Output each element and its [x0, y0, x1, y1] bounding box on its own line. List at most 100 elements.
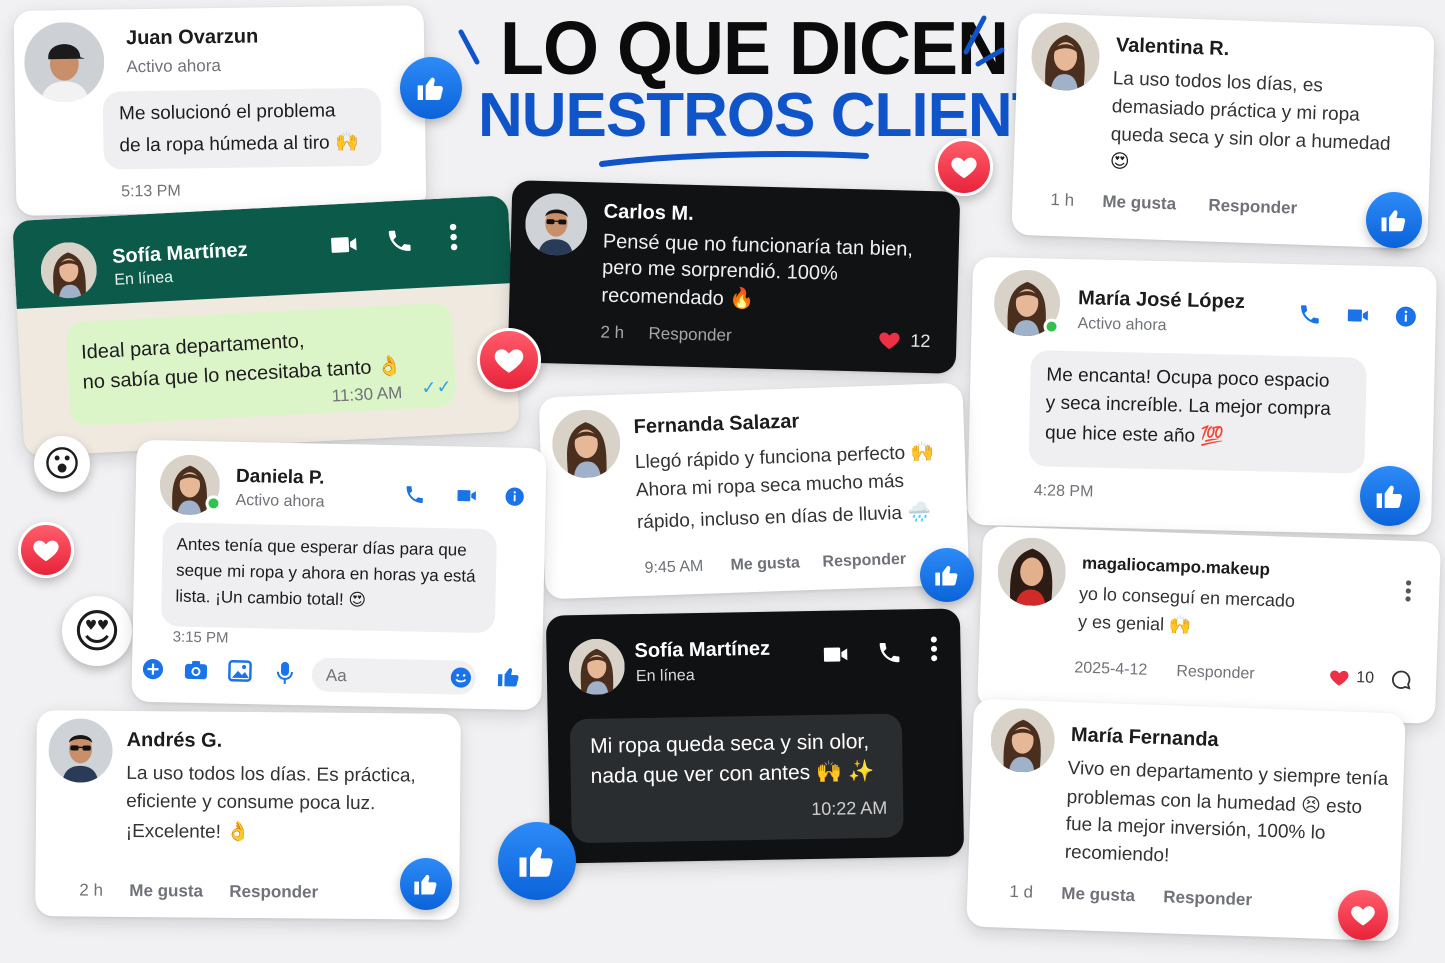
camera-icon[interactable]	[184, 659, 208, 681]
comment-line: Llegó rápido y funciona perfecto 🙌	[634, 441, 935, 474]
heart-reaction	[1338, 890, 1388, 940]
phone-icon[interactable]	[385, 226, 414, 255]
comment-line: Vivo en departamento y siempre tenía	[1067, 757, 1389, 791]
read-receipt-icon: ✓✓	[420, 376, 453, 398]
image-icon[interactable]	[228, 660, 252, 682]
reply-link[interactable]: Responder	[822, 551, 906, 572]
timestamp: 2 h	[600, 322, 625, 343]
surprised-emoji-reaction: 😮	[34, 436, 90, 492]
contact-name: María José López	[1077, 287, 1246, 313]
info-icon[interactable]	[1394, 304, 1419, 329]
username: magaliocampo.makeup	[1081, 553, 1271, 580]
avatar	[551, 409, 621, 479]
comment-line: y es genial 🙌	[1077, 611, 1192, 636]
comment-line: rápido, incluso en días de lluvia 🌧️	[636, 501, 932, 534]
more-options-icon[interactable]	[1405, 579, 1412, 603]
reviewer-name: María Fernanda	[1070, 723, 1220, 752]
review-card-juan: Juan Ovarzun Activo ahora Me solucionó e…	[13, 5, 427, 216]
more-options-icon[interactable]	[449, 222, 459, 252]
timestamp: 11:30 AM	[331, 382, 403, 406]
avatar	[1030, 21, 1100, 91]
reply-link[interactable]: Responder	[1176, 663, 1255, 684]
emoji-icon[interactable]	[450, 666, 472, 688]
comment-line: problemas con la humedad 😣 esto	[1066, 786, 1363, 819]
comment-line: ¡Excelente! 👌	[125, 820, 250, 844]
avatar	[997, 537, 1067, 607]
send-like-icon[interactable]	[496, 663, 523, 690]
timestamp: 9:45 AM	[644, 557, 704, 577]
comment-line: eficiente y consume poca luz.	[126, 790, 376, 815]
like-reaction	[1360, 466, 1420, 526]
like-reaction	[498, 822, 576, 900]
date: 2025-4-12	[1074, 659, 1148, 679]
headline-accent-left	[458, 29, 480, 65]
heart-reaction	[18, 522, 74, 578]
avatar	[990, 707, 1056, 773]
heart-icon[interactable]	[1328, 666, 1351, 687]
like-reaction	[400, 57, 462, 119]
message-line: lista. ¡Un cambio total! 😍	[175, 586, 367, 610]
microphone-icon[interactable]	[276, 661, 294, 685]
presence-status: Activo ahora	[235, 491, 325, 511]
presence-status: En línea	[635, 667, 695, 686]
reply-link[interactable]: Responder	[1163, 887, 1252, 910]
comment-line: La uso todos los días. Es práctica,	[126, 762, 416, 787]
online-indicator	[1043, 318, 1060, 335]
like-reaction	[920, 548, 974, 602]
phone-icon[interactable]	[876, 639, 902, 665]
whatsapp-card-sofia: Sofía Martínez En línea Ideal para depar…	[12, 195, 520, 457]
message-line: que hice este año 💯	[1044, 422, 1225, 448]
whatsapp-card-sofia-dark: Sofía Martínez En línea Mi ropa queda se…	[545, 608, 965, 864]
input-placeholder: Aa	[325, 665, 347, 686]
like-link[interactable]: Me gusta	[1061, 884, 1135, 907]
phone-icon[interactable]	[403, 483, 425, 505]
comment-line: fue la mejor inversión, 100% lo	[1065, 813, 1326, 844]
contact-name: Daniela P.	[235, 465, 325, 489]
comment-line: recomendado 🔥	[601, 284, 755, 311]
like-link[interactable]: Me gusta	[730, 554, 800, 574]
like-link[interactable]: Me gusta	[129, 881, 203, 902]
reviewer-name: Fernanda Salazar	[633, 410, 800, 439]
reply-link[interactable]: Responder	[1208, 196, 1297, 219]
reviewer-name: Carlos M.	[603, 200, 694, 225]
more-options-icon[interactable]	[930, 635, 937, 663]
message-line: nada que ver con antes 🙌 ✨	[590, 759, 875, 788]
like-count: 10	[1355, 669, 1375, 687]
reply-link[interactable]: Responder	[229, 882, 318, 903]
video-call-icon[interactable]	[325, 229, 363, 261]
avatar	[24, 22, 105, 103]
video-call-icon[interactable]	[1344, 303, 1373, 328]
reply-link[interactable]: Responder	[648, 324, 732, 346]
message-bubble	[102, 87, 382, 170]
heart-reaction	[935, 138, 993, 196]
presence-status: Activo ahora	[1077, 315, 1167, 335]
presence-status: En línea	[113, 268, 174, 289]
avatar	[568, 638, 625, 695]
phone-icon[interactable]	[1298, 302, 1323, 327]
comment-line: recomiendo!	[1064, 841, 1170, 867]
comment-line: pero me sorprendió. 100%	[601, 256, 839, 285]
comment-line: yo lo conseguí en mercado	[1078, 583, 1296, 611]
review-card-magali: magaliocampo.makeup yo lo conseguí en me…	[976, 526, 1442, 724]
online-indicator	[205, 495, 222, 512]
timestamp: 3:15 PM	[172, 628, 229, 647]
reviewer-name: Andrés G.	[126, 728, 223, 752]
contact-name: Sofía Martínez	[634, 637, 771, 663]
heart-icon[interactable]	[876, 328, 903, 353]
reviewer-name: Valentina R.	[1115, 34, 1230, 61]
timestamp: 5:13 PM	[121, 182, 181, 201]
timestamp: 10:22 AM	[811, 797, 888, 820]
video-call-icon[interactable]	[453, 484, 479, 507]
timestamp: 1 h	[1050, 190, 1075, 210]
like-link[interactable]: Me gusta	[1102, 192, 1176, 215]
message-line: Mi ropa queda seca y sin olor,	[589, 730, 870, 758]
add-icon[interactable]	[142, 658, 164, 680]
comment-line: La uso todos los días, es	[1112, 68, 1324, 97]
comment-icon[interactable]	[1390, 668, 1413, 691]
presence-status: Activo ahora	[126, 55, 222, 77]
review-card-andres: Andrés G. La uso todos los días. Es prác…	[35, 710, 461, 920]
like-reaction	[1366, 192, 1422, 248]
video-call-icon[interactable]	[818, 640, 852, 669]
info-icon[interactable]	[503, 485, 525, 507]
headline-accent-right	[963, 15, 1005, 67]
